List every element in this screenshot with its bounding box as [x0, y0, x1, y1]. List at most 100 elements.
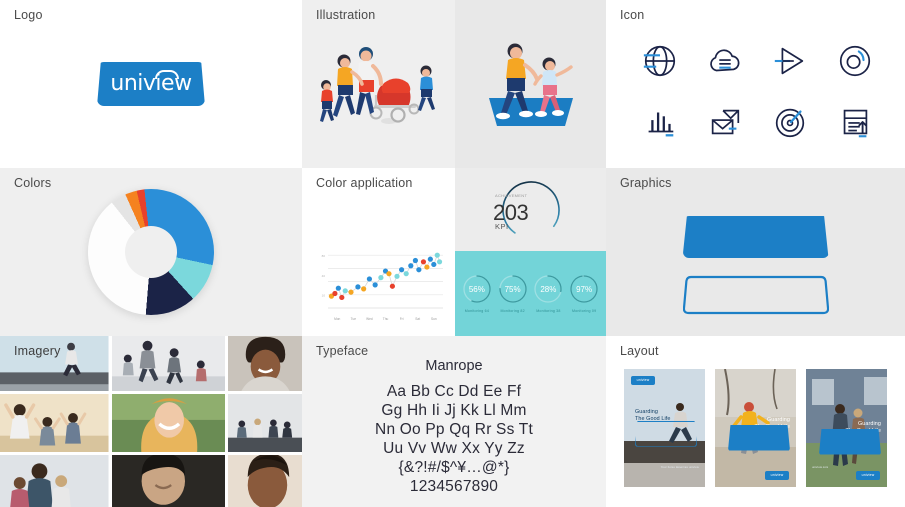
kpi-unit-label: KPI — [495, 222, 509, 231]
kpi-micro-label: ACHIEVEMENT — [495, 193, 528, 198]
illustration-family-stroller — [302, 0, 455, 168]
globe-icon[interactable] — [637, 38, 683, 84]
svg-text:40: 40 — [322, 274, 326, 278]
bar-chart-icon[interactable] — [637, 99, 683, 145]
photo-tile — [0, 454, 109, 507]
scatter-chart-stage: 10 40 80 Mon Tue Wed Thu Fri Sat Sun — [314, 238, 447, 324]
panel-imagery: Imagery — [0, 336, 302, 507]
poster-logo-badge: uniview — [856, 470, 880, 480]
poster-tagline: Guarding The Good Life — [635, 409, 670, 423]
svg-text:Fri: Fri — [400, 317, 404, 321]
brand-guidelines-board: Logo uniview Illustration Icon Colors Co… — [0, 0, 905, 507]
photo-tile — [111, 336, 225, 391]
typeface-row: 1234567890 — [409, 477, 499, 495]
photo-tile — [227, 336, 302, 391]
panel-label-graphics: Graphics — [620, 176, 672, 190]
svg-text:10: 10 — [322, 294, 326, 298]
logo-wordmark: uniview — [110, 71, 192, 96]
mini-gauge-ring: 28% — [533, 274, 563, 304]
uniview-logo: uniview — [97, 62, 205, 106]
mini-gauge-value: 56% — [468, 284, 485, 294]
panel-colors: Colors — [0, 168, 302, 336]
panel-graphics: Graphics — [606, 168, 905, 336]
typeface-row: {&?!#/$^¥…@*} — [398, 458, 510, 476]
panel-illustration-secondary — [455, 0, 606, 168]
typeface-specimen: Manrope Aa Bb Cc Dd Ee Ff Gg Hh Ii Jj Kk … — [302, 358, 606, 496]
panel-color-application: Color application 10 40 80 Mon Tue Wed Thu Fri S… — [302, 168, 455, 336]
panel-label-icon: Icon — [620, 8, 645, 22]
panel-label-logo: Logo — [14, 8, 43, 22]
typeface-specimen-rows: Aa Bb Cc Dd Ee Ff Gg Hh Ii Jj Kk Ll Mm Nn … — [302, 383, 606, 496]
envelope-open-icon[interactable] — [702, 99, 748, 145]
svg-text:80: 80 — [322, 254, 326, 258]
icon-grid — [628, 30, 887, 152]
send-arrow-icon[interactable] — [767, 38, 813, 84]
mini-gauge: 97% Monitoring 09 — [567, 274, 601, 313]
mini-gauge-ring: 75% — [498, 274, 528, 304]
poster-tagline-line1: Guarding — [858, 420, 881, 427]
svg-text:Thu: Thu — [383, 317, 389, 321]
typeface-row: Uu Vv Ww Xx Yy Zz — [383, 439, 525, 457]
panel-logo: Logo uniview — [0, 0, 302, 168]
mini-gauge-value: 75% — [504, 284, 521, 294]
typeface-row: Nn Oo Pp Qq Rr Ss Tt — [375, 420, 533, 438]
panel-label-layout: Layout — [620, 344, 659, 358]
illustration-family-stroller-svg — [319, 46, 435, 124]
photo-tile — [227, 394, 302, 452]
typeface-row: Aa Bb Cc Dd Ee Ff — [386, 383, 522, 400]
poster-trapezoid-filled — [819, 428, 881, 455]
mini-gauge-ring: 97% — [569, 274, 599, 304]
panel-label-illustration: Illustration — [316, 8, 376, 22]
mini-gauge-value: 28% — [540, 284, 557, 294]
poster-trapezoid-filled — [728, 424, 790, 451]
poster-tagline-line1: Guarding — [635, 408, 658, 415]
disc-record-icon[interactable] — [832, 38, 878, 84]
photo-tile — [111, 454, 225, 507]
document-upload-icon[interactable] — [832, 99, 878, 145]
layout-poster[interactable]: uniview Guarding The Good Life Your home… — [624, 368, 705, 487]
svg-text:Tue: Tue — [351, 317, 357, 321]
mini-gauge-caption: Monitoring 82 — [500, 309, 525, 313]
poster-trapezoid-outline — [635, 420, 697, 447]
poster-footnote: uniview.com — [812, 465, 829, 469]
poster-tagline-line1: Guarding — [767, 416, 790, 423]
panel-illustration: Illustration — [302, 0, 455, 168]
panel-kpi: ACHIEVEMENT 203 KPI 56% Monitoring 64 75… — [455, 168, 606, 336]
photo-tile — [227, 454, 302, 507]
mini-gauge: 75% Monitoring 82 — [496, 274, 530, 313]
panel-icon: Icon — [606, 0, 905, 168]
graphic-trapezoid-filled — [682, 216, 829, 258]
colors-donut-stage — [0, 168, 302, 336]
logo-arc-icon — [155, 70, 179, 79]
logo-stage: uniview — [0, 0, 302, 168]
mini-gauge-caption: Monitoring 09 — [571, 309, 597, 313]
layout-poster[interactable]: Guarding The Good Life uniview uniview.c… — [806, 368, 887, 487]
cloud-document-icon[interactable] — [702, 38, 748, 84]
poster-footnote: Your home deserves uniview — [660, 465, 699, 469]
illustration-man-child-svg — [488, 43, 573, 126]
typeface-row: Gg Hh Ii Jj Kk Ll Mm — [381, 401, 527, 419]
poster-logo-badge: uniview — [765, 470, 789, 480]
imagery-photo-grid — [0, 336, 302, 507]
mini-gauge: 56% Monitoring 64 — [460, 274, 494, 313]
panel-label-color-application: Color application — [316, 176, 413, 190]
illustration-man-child-walking — [455, 0, 606, 168]
graphic-trapezoid-outline — [682, 274, 829, 316]
colors-donut-chart — [88, 189, 214, 315]
graphics-stage — [606, 196, 905, 336]
photo-tile — [0, 394, 109, 452]
kpi-top-area: ACHIEVEMENT 203 KPI — [455, 168, 606, 251]
layout-poster[interactable]: Guarding The Good Life uniview — [715, 368, 796, 487]
mini-gauge: 28% Monitoring 38 — [531, 274, 565, 313]
mini-gauge-caption: Monitoring 64 — [464, 309, 490, 313]
panel-layout: Layout uniview Guarding The Good Life Yo… — [606, 336, 905, 507]
panel-typeface: Typeface Manrope Aa Bb Cc Dd Ee Ff Gg Hh … — [302, 336, 606, 507]
svg-text:Sun: Sun — [431, 317, 437, 321]
photo-tile — [111, 394, 225, 452]
radar-target-icon[interactable] — [767, 99, 813, 145]
panel-label-typeface: Typeface — [316, 344, 369, 358]
mini-gauge-value: 97% — [576, 284, 593, 294]
typeface-family-name: Manrope — [425, 358, 483, 374]
poster-logo-badge: uniview — [631, 375, 655, 385]
scatter-chart: 10 40 80 Mon Tue Wed Thu Fri Sat Sun — [322, 252, 443, 321]
